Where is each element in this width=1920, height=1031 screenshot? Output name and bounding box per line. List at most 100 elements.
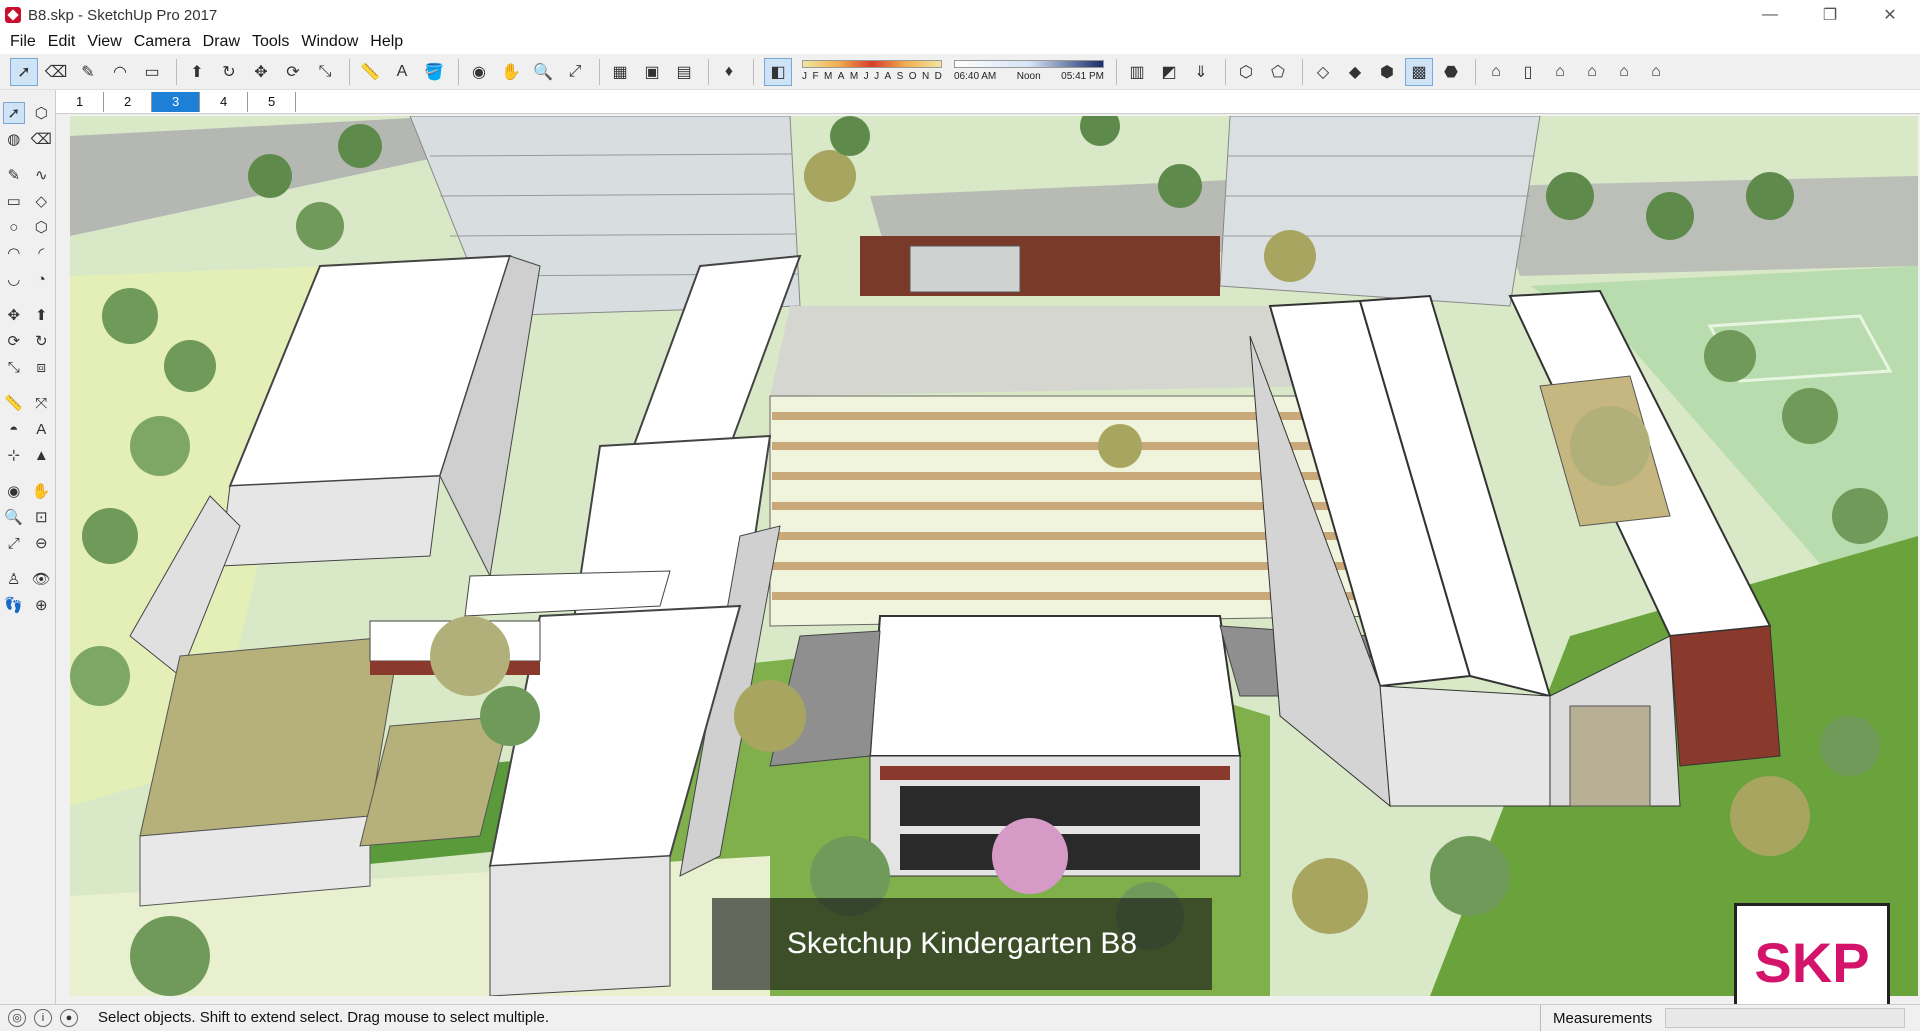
back-edges-style-icon[interactable]: ⬠	[1264, 58, 1292, 86]
share-model-icon[interactable]: ▣	[638, 58, 666, 86]
menu-window[interactable]: Window	[295, 33, 364, 51]
pan-tool-icon[interactable]: ✋	[30, 480, 52, 502]
right-view-icon[interactable]: ⌂	[1578, 58, 1606, 86]
rectangle-tool-icon[interactable]: ▭	[138, 58, 166, 86]
section-plane-icon[interactable]: ⊕	[30, 594, 52, 616]
kindergarten-model-render	[70, 116, 1918, 996]
geo-location-icon[interactable]: ◎	[8, 1008, 26, 1027]
eraser-tool-icon[interactable]: ⌫	[42, 58, 70, 86]
shadow-time-slider[interactable]: 06:40 AM Noon 05:41 PM	[954, 58, 1104, 86]
minimize-button[interactable]: —	[1740, 0, 1800, 30]
zoom-tool-icon[interactable]: 🔍	[3, 506, 25, 528]
follow-me-icon[interactable]: ↻	[215, 58, 243, 86]
dimension-tool-icon[interactable]: ⤧	[30, 392, 52, 414]
credits-info-icon[interactable]: i	[34, 1008, 52, 1027]
iso-view-icon[interactable]: ⌂	[1482, 58, 1510, 86]
month-label: A	[884, 70, 892, 82]
scene-tab-3[interactable]: 3	[152, 91, 200, 112]
look-around-icon[interactable]: 👁	[30, 568, 52, 590]
select-tool-icon[interactable]: ➚	[10, 57, 38, 86]
xray-style-icon[interactable]: ⬡	[1232, 58, 1260, 86]
extension-warehouse-icon[interactable]: ▤	[670, 58, 698, 86]
measurements-input[interactable]	[1665, 1008, 1905, 1028]
wireframe-style-icon[interactable]: ◇	[1309, 58, 1337, 86]
zoom-extents-icon[interactable]: ⤢	[3, 532, 25, 554]
back-view-icon[interactable]: ⌂	[1610, 58, 1638, 86]
pan-tool-icon[interactable]: ✋	[497, 58, 525, 86]
zoom-window-icon[interactable]: ⊡	[30, 506, 52, 528]
push-pull-icon[interactable]: ⬆	[183, 58, 211, 86]
select-tool-icon[interactable]: ➚	[2, 102, 25, 124]
pencil-tool-icon[interactable]: ✎	[74, 58, 102, 86]
menu-draw[interactable]: Draw	[197, 33, 246, 51]
left-view-icon[interactable]: ⌂	[1642, 58, 1670, 86]
scene-tab-2[interactable]: 2	[104, 91, 152, 112]
line-tool-icon[interactable]: ✎	[3, 164, 25, 186]
protractor-tool-icon[interactable]: ◓	[3, 418, 25, 440]
polygon-tool-icon[interactable]: ⬡	[30, 216, 52, 238]
walk-tool-icon[interactable]: 👣	[3, 594, 25, 616]
rotate-tool-icon[interactable]: ⟳	[3, 330, 25, 352]
extension-manager-icon[interactable]: ♦	[715, 58, 743, 86]
offset-tool-icon[interactable]: ⧈	[30, 356, 52, 378]
menu-tools[interactable]: Tools	[246, 33, 295, 51]
menu-help[interactable]: Help	[364, 33, 409, 51]
position-camera-icon[interactable]: ♙	[3, 568, 25, 590]
push-pull-icon[interactable]: ⬆	[30, 304, 52, 326]
axes-tool-icon[interactable]: ⊹	[3, 444, 25, 466]
follow-me-icon[interactable]: ↻	[30, 330, 52, 352]
shaded-style-icon[interactable]: ⬢	[1373, 58, 1401, 86]
rotated-rectangle-icon[interactable]: ◇	[30, 190, 52, 212]
move-tool-icon[interactable]: ✥	[3, 304, 25, 326]
paint-bucket-icon[interactable]: ◍	[3, 128, 25, 150]
scene-tab-4[interactable]: 4	[200, 91, 248, 112]
hidden-line-style-icon[interactable]: ◆	[1341, 58, 1369, 86]
front-view-icon[interactable]: ⌂	[1546, 58, 1574, 86]
orbit-tool-icon[interactable]: ◉	[3, 480, 25, 502]
user-account-icon[interactable]: ●	[60, 1008, 78, 1027]
shaded-textures-style-icon[interactable]: ▩	[1405, 57, 1433, 86]
caption-text: Sketchup Kindergarten B8	[786, 927, 1138, 960]
menu-camera[interactable]: Camera	[128, 33, 197, 51]
three-point-arc-icon[interactable]: ◡	[3, 268, 25, 290]
menu-edit[interactable]: Edit	[42, 33, 82, 51]
3d-text-tool-icon[interactable]: ▲	[30, 444, 52, 466]
menu-view[interactable]: View	[81, 33, 127, 51]
shadow-month-slider[interactable]: J F M A M J J A S O N D	[802, 58, 942, 86]
tape-measure-icon[interactable]: 📏	[3, 392, 25, 414]
zoom-extents-icon[interactable]: ⤢	[561, 58, 589, 86]
scene-tab-5[interactable]: 5	[248, 91, 296, 112]
arc-tool-icon[interactable]: ◠	[106, 58, 134, 86]
rectangle-tool-icon[interactable]: ▭	[3, 190, 25, 212]
orbit-tool-icon[interactable]: ◉	[465, 58, 493, 86]
make-component-icon[interactable]: ⬡	[30, 102, 52, 124]
arc-tool-icon[interactable]: ◠	[3, 242, 25, 264]
top-view-icon[interactable]: ▯	[1514, 58, 1542, 86]
move-tool-icon[interactable]: ✥	[247, 58, 275, 86]
scale-tool-icon[interactable]: ⤡	[3, 356, 25, 378]
photo-textures-icon[interactable]: ⇓	[1187, 58, 1215, 86]
tape-measure-icon[interactable]: 📏	[356, 58, 384, 86]
rotate-tool-icon[interactable]: ⟳	[279, 58, 307, 86]
restore-button[interactable]: ❐	[1800, 0, 1860, 30]
display-shadows-icon[interactable]: ◧	[764, 57, 792, 86]
pie-tool-icon[interactable]: ◔	[30, 268, 52, 290]
toggle-terrain-icon[interactable]: ◩	[1155, 58, 1183, 86]
eraser-tool-icon[interactable]: ⌫	[30, 128, 52, 150]
text-tool-icon[interactable]: A	[30, 418, 52, 440]
text-tool-icon[interactable]: A	[388, 58, 416, 86]
add-location-icon[interactable]: ▥	[1123, 58, 1151, 86]
freehand-tool-icon[interactable]: ∿	[30, 164, 52, 186]
previous-view-icon[interactable]: ⊖	[30, 532, 52, 554]
two-point-arc-icon[interactable]: ◜	[30, 242, 52, 264]
zoom-tool-icon[interactable]: 🔍	[529, 58, 557, 86]
scene-tab-1[interactable]: 1	[56, 91, 104, 112]
scale-tool-icon[interactable]: ⤡	[311, 58, 339, 86]
circle-tool-icon[interactable]: ○	[3, 216, 25, 238]
warehouse-icon[interactable]: ▦	[606, 58, 634, 86]
paint-bucket-icon[interactable]: 🪣	[420, 58, 448, 86]
monochrome-style-icon[interactable]: ⬣	[1437, 58, 1465, 86]
model-viewport[interactable]: Sketchup Kindergarten B8	[70, 116, 1918, 996]
menu-file[interactable]: File	[4, 33, 42, 51]
close-button[interactable]: ✕	[1860, 0, 1920, 30]
